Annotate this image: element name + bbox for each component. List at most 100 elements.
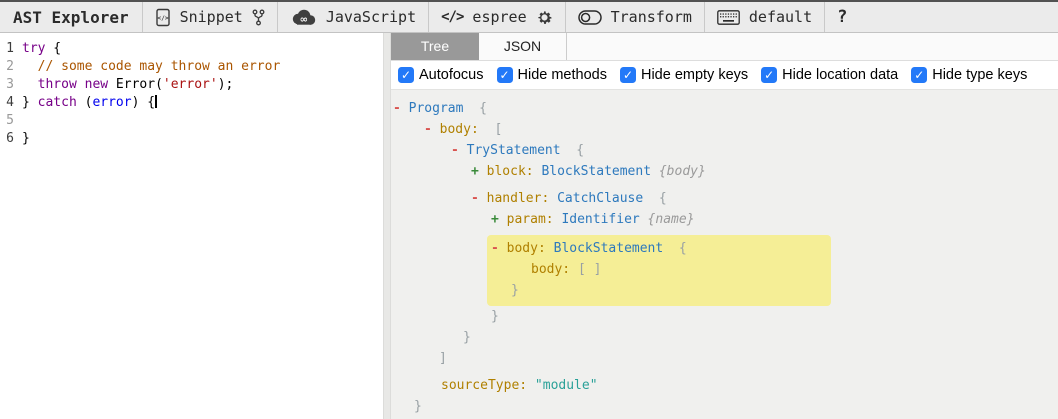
tree-line: } [391, 327, 1058, 348]
keyboard-icon [717, 9, 740, 25]
node-type[interactable]: TryStatement [467, 143, 561, 158]
option-autofocus[interactable]: ✓ Autofocus [398, 67, 484, 83]
code-line-text: // some code may throw an error [22, 58, 281, 76]
line-number: 5 [6, 113, 14, 128]
collapse-toggle-icon[interactable]: - [471, 191, 487, 206]
tree-options: ✓ Autofocus ✓ Hide methods ✓ Hide empty keys ✓… [391, 61, 1058, 90]
transform-toggle-button[interactable]: Transform [564, 2, 704, 32]
code-token-plain: ( [76, 95, 93, 110]
code-line: 5 [0, 112, 383, 130]
tab-json[interactable]: JSON [479, 33, 567, 60]
line-number: 4 [6, 95, 14, 110]
code-token-str: 'error' [162, 77, 218, 92]
highlighted-node[interactable]: - body: BlockStatement {body: [ ]} [487, 235, 831, 306]
tree-punctuation: } [463, 330, 471, 345]
node-type[interactable]: CatchClause [557, 191, 643, 206]
code-token-plain: Error( [108, 77, 163, 92]
node-key: param: [506, 212, 554, 227]
checkbox-checked-icon[interactable]: ✓ [496, 67, 513, 83]
tree-line: + block: BlockStatement {body} [391, 161, 1058, 182]
line-number: 2 [6, 59, 14, 74]
tree-line: + param: Identifier {name} [391, 209, 1058, 230]
svg-text:</>: </> [157, 15, 168, 22]
tree-punctuation: } [491, 309, 499, 324]
code-editor[interactable]: 1 try {2 // some code may throw an error 3… [0, 33, 383, 419]
panel-tabs: Tree JSON [391, 33, 1058, 61]
code-token-kw: throw [37, 77, 77, 92]
node-type[interactable]: BlockStatement [541, 164, 651, 179]
tree-line: - Program { [391, 98, 1058, 119]
collapse-toggle-icon[interactable]: - [393, 101, 409, 116]
tree-line: - body: [ [391, 119, 1058, 140]
option-hide-methods[interactable]: ✓ Hide methods [496, 67, 607, 83]
checkbox-checked-icon[interactable]: ✓ [398, 67, 414, 83]
node-key: block: [486, 164, 534, 179]
toggle-off-icon [577, 9, 602, 25]
tree-punctuation: [ [478, 122, 503, 137]
node-value: "module" [527, 378, 598, 393]
code-token-kw: try [22, 41, 46, 56]
line-number: 1 [6, 41, 14, 56]
option-hide-location-data[interactable]: ✓ Hide location data [761, 67, 898, 83]
tree-line: sourceType: "module" [391, 375, 1058, 396]
tree-punctuation: { [463, 101, 487, 116]
code-line-text: try { [22, 40, 61, 58]
code-line-text: throw new Error('error'); [22, 76, 234, 94]
ast-explorer-app: AST Explorer </> Snippet ∞ JavaScript </… [0, 0, 1058, 419]
node-key: sourceType: [441, 378, 528, 393]
toolbar: AST Explorer </> Snippet ∞ JavaScript </… [0, 0, 1058, 33]
help-button[interactable]: ? [824, 2, 859, 32]
tree-line: ] [391, 348, 1058, 369]
tree-line: - body: BlockStatement { [487, 238, 831, 259]
tree-line: } [487, 280, 831, 301]
node-key: handler: [486, 191, 550, 206]
tree-line: } [391, 396, 1058, 417]
code-token-plain: ); [217, 77, 234, 92]
svg-text:∞: ∞ [299, 15, 307, 26]
keybinding-button[interactable]: default [703, 2, 824, 32]
option-hide-type-keys[interactable]: ✓ Hide type keys [911, 67, 1027, 83]
checkbox-checked-icon[interactable]: ✓ [761, 67, 778, 83]
option-hide-empty-keys[interactable]: ✓ Hide empty keys [619, 67, 748, 83]
collapse-toggle-icon[interactable]: - [491, 241, 507, 256]
code-token-kw: catch [37, 95, 77, 110]
snippet-button[interactable]: </> Snippet [141, 2, 277, 32]
git-fork-icon[interactable] [252, 9, 265, 26]
gear-icon[interactable] [536, 9, 553, 26]
node-type[interactable]: Program [409, 101, 464, 116]
checkbox-checked-icon[interactable]: ✓ [911, 67, 928, 83]
expand-toggle-icon[interactable]: + [491, 212, 507, 227]
hidden-keys-hint: {body} [651, 164, 706, 179]
option-label: Hide type keys [932, 67, 1028, 83]
parser-button-label: espree [472, 8, 527, 26]
tree-line: body: [ ] [487, 259, 831, 280]
code-token-plain: } [22, 131, 30, 146]
tree-line: } [391, 306, 1058, 327]
category-button[interactable]: ∞ JavaScript [276, 2, 428, 32]
option-label: Hide methods [517, 67, 607, 83]
file-code-icon: </> [155, 8, 171, 27]
tree-punctuation: { [560, 143, 585, 158]
tree-punctuation: } [511, 283, 519, 298]
code-line-text: } [22, 130, 30, 148]
tree-punctuation: } [414, 399, 422, 414]
code-line: 2 // some code may throw an error [0, 58, 383, 76]
panel-resize-divider[interactable] [383, 33, 391, 419]
node-type[interactable]: Identifier [561, 212, 639, 227]
help-icon: ? [837, 7, 848, 27]
tab-tree[interactable]: Tree [391, 33, 479, 60]
node-type[interactable]: BlockStatement [554, 241, 664, 256]
node-key: body: [506, 241, 546, 256]
checkbox-checked-icon[interactable]: ✓ [619, 67, 636, 83]
expand-toggle-icon[interactable]: + [471, 164, 487, 179]
collapse-toggle-icon[interactable]: - [451, 143, 467, 158]
node-key: body: [439, 122, 479, 137]
tree-line: - handler: CatchClause { [391, 188, 1058, 209]
parser-button[interactable]: </> espree [428, 2, 564, 32]
tree-punctuation: [ ] [570, 262, 602, 277]
line-number: 6 [6, 131, 14, 146]
code-token-plain: } [22, 95, 38, 110]
collapse-toggle-icon[interactable]: - [424, 122, 440, 137]
